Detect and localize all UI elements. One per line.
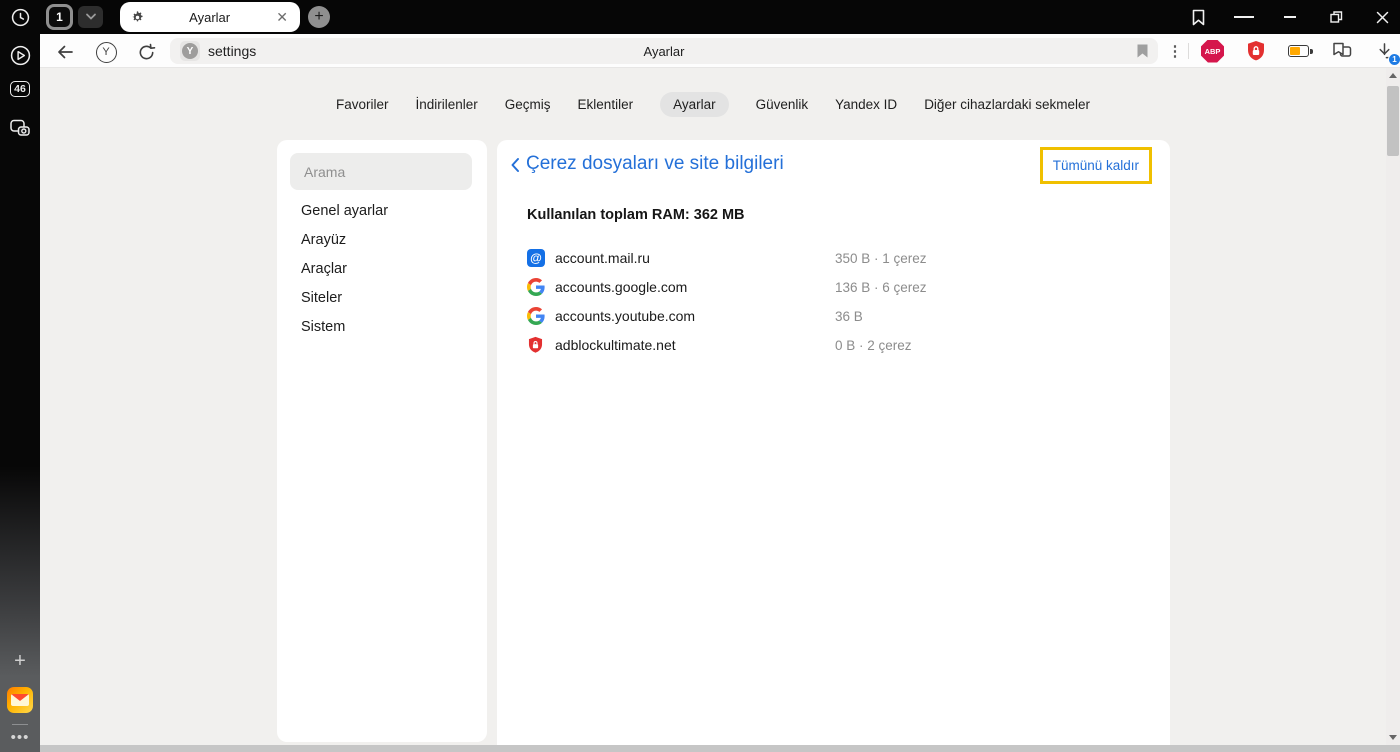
red-shield-lock-extension-icon[interactable] [1246,40,1266,62]
battery-saver-icon[interactable] [1288,45,1313,57]
red-shield-lock-icon [527,336,545,354]
tab-guvenlik[interactable]: Güvenlik [756,97,809,112]
tab-indirilenler[interactable]: İndirilenler [416,97,478,112]
sidebar-item-arayuz[interactable]: Arayüz [277,226,487,255]
back-arrow-icon[interactable] [54,41,76,63]
site-list: @ account.mail.ru 350 B · 1 çerez accoun… [497,244,1170,360]
tab-close-icon[interactable]: ✕ [274,8,290,26]
downloads-button[interactable]: 1 [1375,42,1400,66]
vertical-scrollbar[interactable] [1386,68,1400,745]
history-clock-icon[interactable] [0,7,40,28]
tab-list-chevron-button[interactable] [78,6,103,28]
site-row-youtube[interactable]: accounts.youtube.com 36 B [497,302,1170,331]
adblock-plus-extension-icon[interactable]: ABP [1201,39,1224,63]
rail-divider [0,724,40,725]
google-g-icon [527,307,545,325]
horizontal-scrollbar-track[interactable] [40,745,1400,752]
back-chevron-icon[interactable] [510,157,520,173]
site-row-adblockultimate[interactable]: adblockultimate.net 0 B · 2 çerez [497,331,1170,360]
collections-flag-icon[interactable] [1331,41,1353,61]
tab-counter-value: 1 [49,7,70,27]
menu-hamburger-icon[interactable] [1234,7,1255,27]
address-kebab-menu-icon[interactable]: ⋮ [1166,42,1184,60]
cookies-content-panel: Çerez dosyaları ve site bilgileri Tümünü… [497,140,1170,752]
add-panel-plus-icon[interactable]: + [0,650,40,673]
address-url-text: settings [208,43,257,59]
downloads-count-badge: 1 [1388,52,1400,66]
window-close-button[interactable] [1372,7,1392,27]
tab-eklentiler[interactable]: Eklentiler [578,97,634,112]
tab-title: Ayarlar [189,9,231,25]
window-minimize-button[interactable] [1280,7,1300,27]
sidebar-item-sistem[interactable]: Sistem [277,313,487,342]
new-tab-button[interactable]: + [308,6,330,28]
settings-sidebar-panel: Genel ayarlar Arayüz Araçlar Siteler Sis… [277,140,487,742]
browser-tab-settings[interactable]: Ayarlar ✕ [120,2,300,32]
browser-side-rail: 46 + ••• [0,0,40,752]
settings-page-tabs: Favoriler İndirilenler Geçmiş Eklentiler… [40,90,1386,118]
tab-favoriler[interactable]: Favoriler [336,97,389,112]
window-titlebar: 1 Ayarlar ✕ + [0,0,1400,34]
remove-all-button[interactable]: Tümünü kaldır [1039,147,1152,184]
address-bar-row: Y Y settings Ayarlar ⋮ ABP 1 [40,34,1400,68]
refresh-icon[interactable] [135,41,157,63]
all-tabs-counter-badge[interactable]: 46 [0,81,40,97]
site-row-mailru[interactable]: @ account.mail.ru 350 B · 1 çerez [497,244,1170,273]
page-favicon: Y [180,41,200,61]
page-title[interactable]: Çerez dosyaları ve site bilgileri [526,153,784,175]
chevron-down-icon [85,13,96,20]
address-page-title: Ayarlar [643,43,685,59]
tab-diger-cihazlar[interactable]: Diğer cihazlardaki sekmeler [924,97,1090,112]
scroll-down-arrow-icon[interactable] [1389,735,1397,740]
bookmarks-ribbon-icon[interactable] [1188,7,1208,27]
yandex-home-icon[interactable]: Y [95,41,117,63]
tab-counter-button[interactable]: 1 [46,4,73,30]
yandex-mail-icon[interactable] [0,687,40,713]
gear-icon [132,10,143,21]
sidebar-item-genel-ayarlar[interactable]: Genel ayarlar [277,197,487,226]
google-g-icon [527,278,545,296]
toolbar-separator [1188,43,1189,59]
window-restore-button[interactable] [1326,7,1346,27]
settings-search-input[interactable] [290,153,472,190]
tab-gecmis[interactable]: Geçmiş [505,97,551,112]
scrollbar-thumb[interactable] [1387,86,1399,156]
tab-ayarlar-active[interactable]: Ayarlar [660,91,729,117]
total-ram-label: Kullanılan toplam RAM: 362 MB [527,207,745,223]
address-bar-input[interactable]: Y settings Ayarlar [170,38,1158,64]
content-header: Çerez dosyaları ve site bilgileri Tümünü… [497,140,1170,190]
scroll-up-arrow-icon[interactable] [1389,73,1397,78]
settings-section-list: Genel ayarlar Arayüz Araçlar Siteler Sis… [277,197,487,342]
player-icon[interactable] [0,44,40,67]
site-row-google[interactable]: accounts.google.com 136 B · 6 çerez [497,273,1170,302]
screenshot-camera-icon[interactable] [0,116,40,140]
bookmark-flag-icon[interactable] [1137,44,1148,58]
tab-yandex-id[interactable]: Yandex ID [835,97,897,112]
more-options-icon[interactable]: ••• [0,729,40,746]
sidebar-item-siteler[interactable]: Siteler [277,284,487,313]
mailru-at-icon: @ [527,249,545,267]
sidebar-item-araclar[interactable]: Araçlar [277,255,487,284]
